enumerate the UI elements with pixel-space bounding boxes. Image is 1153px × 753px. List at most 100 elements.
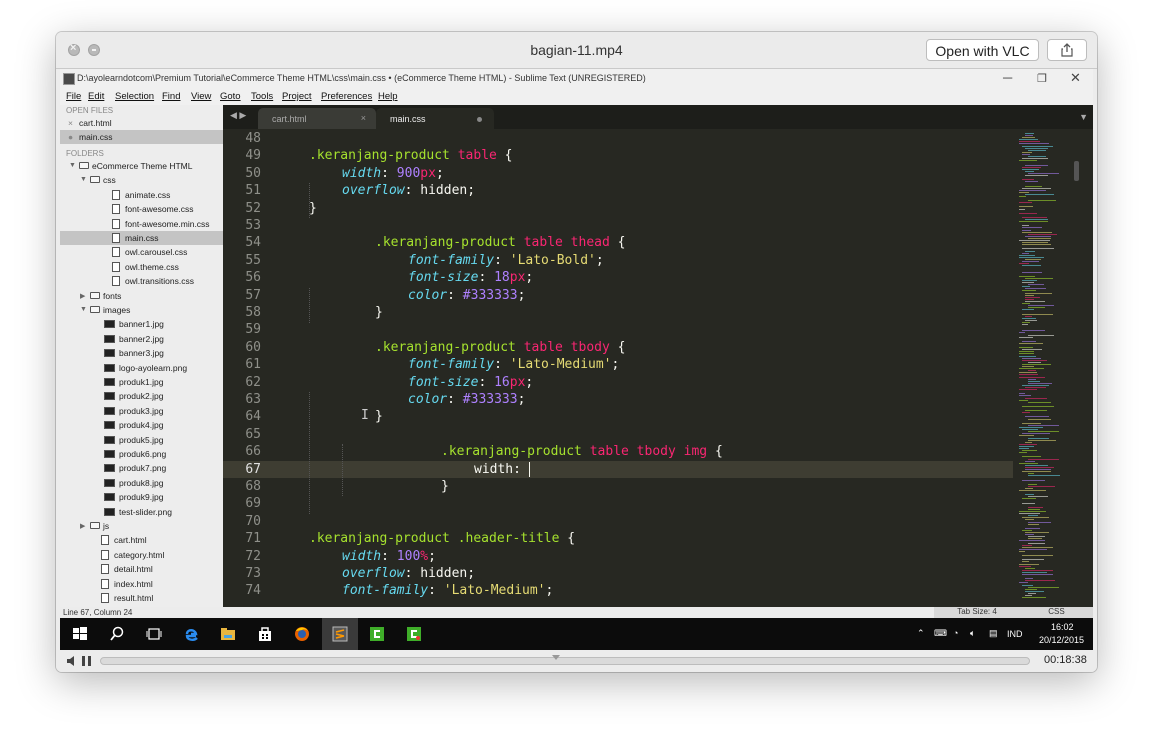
menu-item[interactable]: Goto — [220, 91, 241, 102]
windows-start-icon[interactable] — [72, 626, 88, 642]
menu-item[interactable]: File — [66, 91, 81, 102]
code-line[interactable]: font-size: 18px; — [408, 270, 533, 285]
tree-item[interactable]: detail.html — [60, 562, 223, 576]
unsaved-dot-icon[interactable] — [477, 117, 482, 122]
code-line[interactable]: color: #333333; — [408, 288, 525, 303]
code-line[interactable]: width: — [474, 462, 530, 477]
code-line[interactable]: font-family: 'Lato-Bold'; — [408, 253, 604, 268]
open-file-item[interactable]: × cart.html — [60, 116, 223, 130]
tray-time[interactable]: 16:02 — [1051, 622, 1074, 632]
store-icon[interactable] — [257, 626, 273, 642]
code-line[interactable]: .keranjang-product table { — [309, 148, 513, 163]
tab-close-icon[interactable]: × — [361, 113, 366, 123]
camtasia-recorder-icon[interactable] — [406, 626, 422, 642]
tree-item[interactable]: banner1.jpg — [60, 317, 223, 331]
expanded-arrow-icon[interactable]: ▼ — [80, 306, 87, 313]
tree-item[interactable]: font-awesome.min.css — [60, 217, 223, 231]
code-line[interactable]: font-size: 16px; — [408, 375, 533, 390]
close-icon[interactable]: ✕ — [1070, 70, 1081, 86]
tree-item[interactable]: animate.css — [60, 188, 223, 202]
tree-item[interactable]: result.html — [60, 591, 223, 605]
tree-item[interactable]: produk5.jpg — [60, 433, 223, 447]
seek-knob-icon[interactable] — [552, 653, 560, 661]
code-line[interactable]: .keranjang-product table tbody { — [375, 340, 625, 355]
tray-volume-icon[interactable]: 🔈︎ — [970, 628, 975, 639]
code-area[interactable]: 48 49 .keranjang-product table {50 width: 9… — [223, 129, 1013, 607]
tree-item[interactable]: produk1.jpg — [60, 375, 223, 389]
file-explorer-icon[interactable] — [220, 626, 236, 642]
tree-item[interactable]: category.html — [60, 548, 223, 562]
tree-item[interactable]: owl.carousel.css — [60, 245, 223, 259]
minimize-icon[interactable]: ─ — [1003, 70, 1012, 85]
tab-size-selector[interactable]: Tab Size: 4 — [934, 607, 1020, 618]
tree-item[interactable]: produk6.png — [60, 447, 223, 461]
tab-nav-arrows-icon[interactable]: ◀ ▶ — [230, 110, 246, 121]
collapsed-arrow-icon[interactable]: ▶ — [80, 522, 85, 530]
menu-item[interactable]: Help — [378, 91, 398, 102]
menu-item[interactable]: Edit — [88, 91, 104, 102]
tray-date[interactable]: 20/12/2015 — [1039, 635, 1084, 645]
menu-item[interactable]: Preferences — [321, 91, 372, 102]
close-file-icon[interactable]: × — [68, 118, 73, 128]
edge-browser-icon[interactable] — [183, 626, 199, 642]
tree-item[interactable]: ▶ js — [60, 519, 223, 533]
expanded-arrow-icon[interactable]: ▼ — [80, 176, 87, 183]
menu-item[interactable]: Tools — [251, 91, 273, 102]
tree-item[interactable]: produk7.png — [60, 461, 223, 475]
tree-item[interactable]: logo-ayolearn.png — [60, 361, 223, 375]
sublime-text-icon[interactable] — [332, 626, 348, 642]
tree-item[interactable]: ▼ eCommerce Theme HTML — [60, 159, 223, 173]
code-line[interactable]: color: #333333; — [408, 392, 525, 407]
code-line[interactable]: .keranjang-product table thead { — [375, 235, 625, 250]
tree-item[interactable]: ▼ css — [60, 173, 223, 187]
code-line[interactable]: } — [309, 201, 317, 216]
firefox-icon[interactable] — [294, 626, 310, 642]
share-button[interactable] — [1047, 39, 1087, 61]
minimap[interactable] — [1013, 129, 1081, 607]
code-line[interactable]: width: 100%; — [342, 549, 436, 564]
tray-keyboard-icon[interactable]: ⌨ — [934, 628, 947, 639]
tab-dropdown-icon[interactable]: ▼ — [1079, 112, 1088, 122]
code-line[interactable]: width: 900px; — [342, 166, 444, 181]
tree-item[interactable]: owl.transitions.css — [60, 274, 223, 288]
tab-main-css[interactable]: main.css — [376, 108, 494, 129]
tray-wifi-icon[interactable]: ◔ — [953, 628, 958, 638]
syntax-selector[interactable]: CSS — [1020, 607, 1093, 618]
tree-item[interactable]: font-awesome.css — [60, 202, 223, 216]
tree-item[interactable]: produk8.jpg — [60, 476, 223, 490]
tree-item[interactable]: owl.theme.css — [60, 260, 223, 274]
editor[interactable]: ◀ ▶ cart.html × main.css ▼ 48 49 .keranjan… — [223, 105, 1093, 607]
code-line[interactable]: } — [441, 479, 449, 494]
tree-item[interactable]: produk4.jpg — [60, 418, 223, 432]
pause-icon[interactable] — [82, 656, 92, 666]
tree-item[interactable]: produk2.jpg — [60, 389, 223, 403]
seek-bar[interactable] — [100, 657, 1030, 665]
tab-cart-html[interactable]: cart.html × — [258, 108, 376, 129]
tray-notification-icon[interactable]: ▤ — [989, 628, 998, 639]
tree-item[interactable]: ▼ images — [60, 303, 223, 317]
tree-item[interactable]: index.html — [60, 577, 223, 591]
menu-item[interactable]: Find — [162, 91, 180, 102]
open-file-item[interactable]: ● main.css — [60, 130, 223, 144]
code-line[interactable]: overflow: hidden; — [342, 183, 475, 198]
code-line[interactable]: } — [375, 409, 383, 424]
expanded-arrow-icon[interactable]: ▼ — [69, 162, 76, 169]
search-icon[interactable] — [109, 626, 125, 642]
code-line[interactable]: } — [375, 305, 383, 320]
tree-item[interactable]: produk9.jpg — [60, 490, 223, 504]
camtasia-icon[interactable] — [369, 626, 385, 642]
code-line[interactable]: font-family: 'Lato-Medium'; — [408, 357, 619, 372]
menu-item[interactable]: View — [191, 91, 211, 102]
tree-item[interactable]: ▶ fonts — [60, 289, 223, 303]
tree-item[interactable]: produk3.jpg — [60, 404, 223, 418]
tree-item[interactable]: banner2.jpg — [60, 332, 223, 346]
tree-item[interactable]: main.css — [60, 231, 223, 245]
code-line[interactable]: font-family: 'Lato-Medium'; — [342, 583, 553, 598]
tree-item[interactable]: cart.html — [60, 533, 223, 547]
tray-up-arrow-icon[interactable]: ⌃ — [917, 628, 925, 639]
code-line[interactable]: .keranjang-product .header-title { — [309, 531, 575, 546]
tree-item[interactable]: test-slider.png — [60, 505, 223, 519]
editor-scrollbar[interactable] — [1074, 161, 1079, 181]
collapsed-arrow-icon[interactable]: ▶ — [80, 292, 85, 300]
maximize-icon[interactable]: ❐ — [1037, 72, 1047, 85]
